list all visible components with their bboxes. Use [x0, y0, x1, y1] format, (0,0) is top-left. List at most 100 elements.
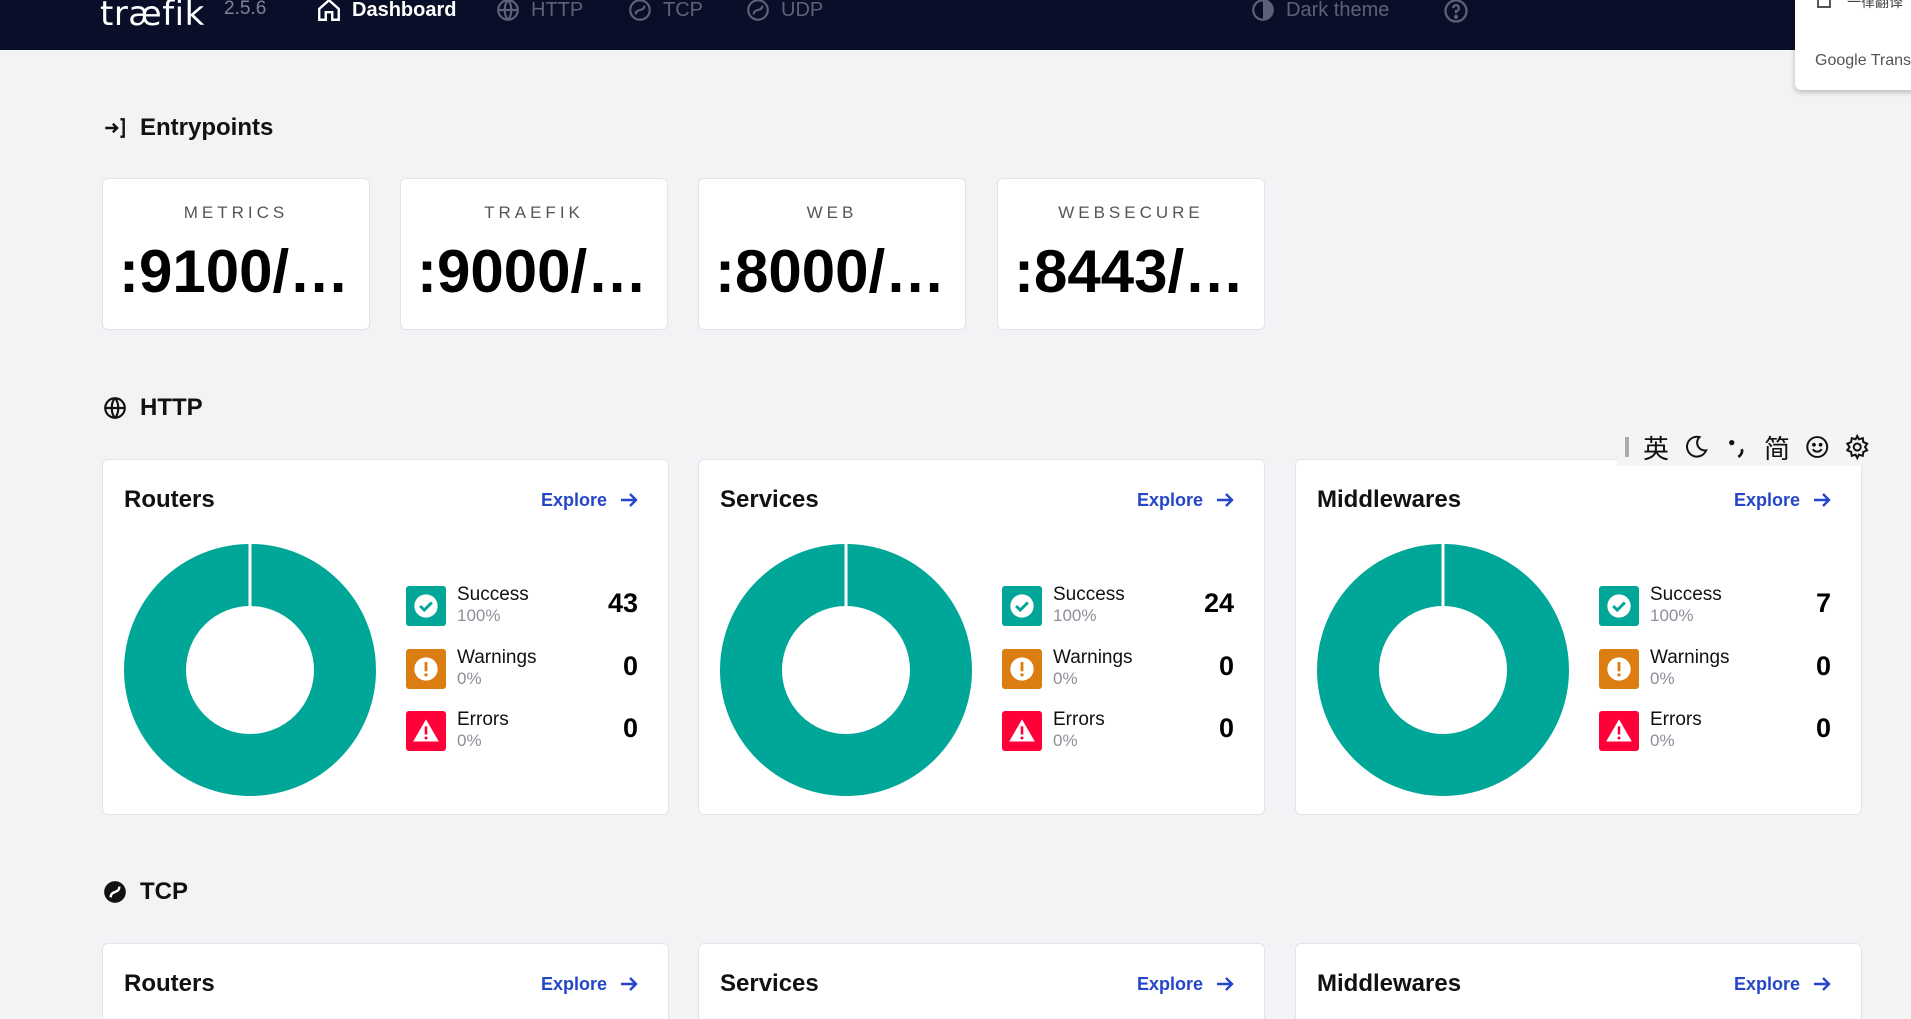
stat-count: 0: [1218, 651, 1234, 681]
ime-language-toggle[interactable]: 英: [1643, 429, 1669, 466]
google-translate-brand: Google Translate: [1815, 52, 1911, 69]
tcp-icon: [629, 0, 651, 21]
nav-http-label: HTTP: [531, 0, 584, 21]
warnings-stat: Warnings 0% 0: [406, 647, 638, 695]
warning-triangle-icon: [1606, 719, 1632, 742]
nav-tcp[interactable]: TCP: [627, 0, 703, 23]
stat-percent: 100%: [1650, 606, 1694, 625]
exclamation-circle-icon: [1607, 657, 1631, 681]
warning-badge: [406, 649, 446, 689]
entrypoint-name: WEB: [806, 203, 858, 222]
http-services-card: Services Explore Success 100% 24 Warning…: [698, 459, 1265, 815]
entrypoint-card-metrics: METRICS :9100/tcp: [102, 178, 370, 330]
explore-link[interactable]: Explore: [541, 972, 641, 996]
stat-label: Success: [457, 584, 529, 605]
arrow-right-icon: [1217, 493, 1234, 507]
http-section-title: HTTP: [102, 392, 203, 424]
translate-option-label: 一律翻译: [1847, 0, 1903, 10]
gear-icon[interactable]: [1844, 433, 1870, 461]
check-circle-icon: [414, 594, 438, 618]
stat-percent: 0%: [1053, 731, 1078, 750]
nav-tcp-label: TCP: [663, 0, 703, 21]
tcp-section-title: TCP: [102, 876, 188, 908]
error-badge: [1599, 711, 1639, 751]
nav-http[interactable]: HTTP: [495, 0, 583, 23]
nav-dashboard[interactable]: Dashboard: [316, 0, 456, 23]
errors-stat: Errors 0% 0: [406, 709, 638, 757]
tcp-heading: TCP: [140, 878, 188, 905]
card-title: Routers: [124, 970, 215, 997]
ime-drag-handle[interactable]: [1625, 437, 1629, 457]
moon-icon[interactable]: [1683, 433, 1709, 461]
http-heading: HTTP: [140, 394, 203, 421]
entrypoint-port: :8443/tcp: [1014, 238, 1264, 305]
entrypoint-card-websecure: WEBSECURE :8443/tcp: [997, 178, 1265, 330]
success-badge: [1599, 586, 1639, 626]
arrow-right-icon: [1814, 493, 1831, 507]
stat-count: 0: [1815, 713, 1831, 743]
ime-simplified-toggle[interactable]: 简: [1764, 429, 1790, 466]
explore-link[interactable]: Explore: [1137, 488, 1237, 512]
help-icon[interactable]: [1442, 0, 1470, 25]
explore-label: Explore: [1136, 489, 1203, 510]
arrow-right-icon: [621, 493, 638, 507]
entrypoint-name: METRICS: [183, 203, 289, 222]
entrypoint-port: :8000/tcp: [715, 238, 965, 305]
http-routers-card: Routers Explore Success 100% 43 Warnings…: [102, 459, 669, 815]
globe-icon: [104, 397, 126, 419]
stat-percent: 0%: [457, 669, 482, 688]
smiley-icon[interactable]: [1804, 433, 1830, 461]
top-navbar: træfik 2.5.6 Dashboard HTTP TCP UDP Dark…: [0, 0, 1911, 50]
explore-link[interactable]: Explore: [541, 488, 641, 512]
dark-theme-label: Dark theme: [1286, 0, 1390, 21]
stat-label: Errors: [1650, 709, 1702, 730]
tcp-middlewares-card: Middlewares Explore: [1295, 943, 1862, 1019]
warning-triangle-icon: [413, 719, 439, 742]
stat-count: 0: [1218, 713, 1234, 743]
stat-label: Errors: [1053, 709, 1105, 730]
explore-link[interactable]: Explore: [1734, 488, 1834, 512]
errors-stat: Errors 0% 0: [1002, 709, 1234, 757]
entrypoint-name: TRAEFIK: [484, 203, 584, 222]
stat-percent: 100%: [457, 606, 501, 625]
error-badge: [406, 711, 446, 751]
entrypoint-name: WEBSECURE: [1058, 203, 1204, 222]
dark-theme-toggle[interactable]: Dark theme: [1250, 0, 1389, 23]
nav-udp-label: UDP: [781, 0, 824, 21]
stat-count: 7: [1815, 588, 1831, 618]
nav-udp[interactable]: UDP: [745, 0, 823, 23]
success-badge: [406, 586, 446, 626]
punctuation-icon[interactable]: [1724, 433, 1750, 461]
warnings-stat: Warnings 0% 0: [1599, 647, 1831, 695]
home-icon: [318, 0, 340, 21]
traefik-logo[interactable]: træfik: [100, 0, 205, 34]
check-circle-icon: [1010, 594, 1034, 618]
arrow-right-icon: [621, 977, 638, 991]
translate-popup: 一律翻译 Google Translate: [1795, 0, 1911, 90]
translate-checkbox[interactable]: [1817, 0, 1831, 8]
success-stat: Success 100% 24: [1002, 584, 1234, 632]
check-circle-icon: [1607, 594, 1631, 618]
warnings-stat: Warnings 0% 0: [1002, 647, 1234, 695]
success-stat: Success 100% 7: [1599, 584, 1831, 632]
explore-link[interactable]: Explore: [1137, 972, 1237, 996]
card-title: Services: [720, 970, 819, 997]
errors-stat: Errors 0% 0: [1599, 709, 1831, 757]
stat-count: 0: [622, 651, 638, 681]
stat-percent: 100%: [1053, 606, 1097, 625]
warning-badge: [1599, 649, 1639, 689]
tcp-services-card: Services Explore: [698, 943, 1265, 1019]
stat-percent: 0%: [1650, 731, 1675, 750]
globe-icon: [497, 0, 519, 21]
half-moon-icon: [1252, 0, 1274, 21]
stat-count: 43: [607, 588, 638, 618]
stat-label: Warnings: [1053, 647, 1133, 668]
explore-label: Explore: [1136, 973, 1203, 994]
explore-label: Explore: [1733, 973, 1800, 994]
stat-label: Success: [1053, 584, 1125, 605]
success-stat: Success 100% 43: [406, 584, 638, 632]
explore-label: Explore: [540, 973, 607, 994]
entrypoint-port: :9000/tcp: [417, 238, 667, 305]
stat-count: 0: [622, 713, 638, 743]
explore-link[interactable]: Explore: [1734, 972, 1834, 996]
